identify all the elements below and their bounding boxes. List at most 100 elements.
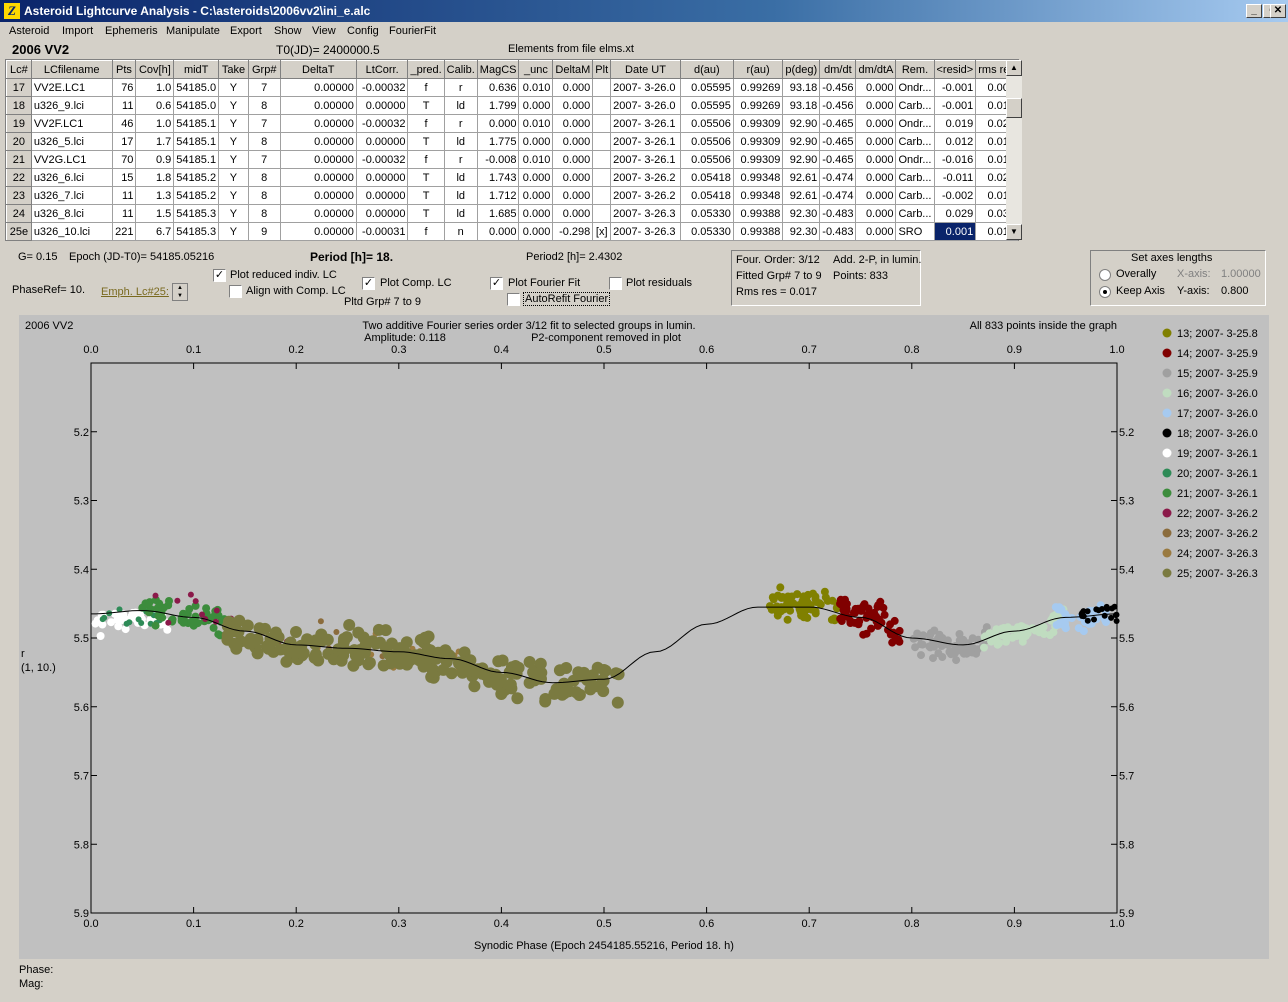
epoch-value[interactable]: Epoch (JD-T0)= 54185.05216	[69, 251, 214, 263]
table-cell[interactable]: 15	[112, 168, 137, 187]
emph-lc-label[interactable]: Emph. Lc#25:	[101, 286, 169, 298]
table-cell[interactable]: 0.636	[477, 78, 520, 97]
table-cell[interactable]: 0.05506	[680, 114, 734, 133]
table-cell[interactable]: 0.000	[855, 150, 897, 169]
x-axis-value[interactable]: 1.00000	[1221, 268, 1261, 280]
table-cell[interactable]: 20	[6, 132, 32, 151]
table-cell[interactable]: Carb...	[895, 186, 935, 205]
table-row[interactable]: 17 VV2E.LC1 76 1.0 54185.0 Y 7 0.00000 -0.00032 f…	[6, 78, 1018, 97]
table-cell[interactable]: 0.000	[518, 132, 554, 151]
table-cell[interactable]: 0.000	[855, 222, 897, 241]
spin-up-icon[interactable]: ▲	[173, 284, 187, 292]
table-cell[interactable]: 0.05330	[680, 204, 734, 223]
column-header[interactable]: LtCorr.	[355, 60, 409, 79]
table-cell[interactable]: 0.000	[552, 132, 594, 151]
table-cell[interactable]: 0.000	[518, 204, 554, 223]
table-row[interactable]: 22 u326_6.lci 15 1.8 54185.2 Y 8 0.00000 0.00000…	[6, 168, 1018, 187]
table-cell[interactable]: -0.001	[934, 96, 977, 115]
table-cell[interactable]: -0.465	[819, 132, 857, 151]
table-cell[interactable]: 2007- 3-26.1	[610, 114, 681, 133]
table-cell[interactable]: 0.99348	[733, 186, 784, 205]
column-header[interactable]: DeltaT	[279, 60, 357, 79]
table-cell[interactable]: 1.0	[135, 78, 175, 97]
period-value[interactable]: Period [h]= 18.	[310, 250, 393, 264]
table-cell[interactable]: Y	[218, 186, 249, 205]
table-cell[interactable]: 24	[6, 204, 32, 223]
column-header[interactable]: MagCS	[476, 60, 520, 79]
column-header[interactable]: _pred.	[407, 60, 445, 79]
table-cell[interactable]: Ondr...	[895, 78, 935, 97]
table-cell[interactable]: -0.00032	[356, 78, 409, 97]
table-cell[interactable]: 0.00000	[356, 132, 409, 151]
table-cell[interactable]: VV2F.LC1	[31, 114, 113, 133]
table-cell[interactable]: 92.90	[782, 114, 821, 133]
table-cell[interactable]: r	[444, 78, 478, 97]
grid-scrollbar[interactable]: ▲ ▼	[1006, 60, 1022, 240]
table-cell[interactable]	[592, 186, 612, 205]
table-cell[interactable]: 8	[248, 96, 281, 115]
table-cell[interactable]: -0.00032	[356, 114, 409, 133]
align-comp-checkbox[interactable]	[229, 285, 242, 298]
table-cell[interactable]: -0.011	[934, 168, 977, 187]
column-header[interactable]: dm/dtA	[855, 60, 897, 79]
table-cell[interactable]: 0.000	[855, 204, 897, 223]
table-cell[interactable]: 92.90	[782, 150, 821, 169]
column-header[interactable]: Calib.	[443, 60, 478, 79]
table-cell[interactable]: 54185.0	[173, 96, 220, 115]
table-cell[interactable]: 0.00000	[280, 222, 357, 241]
table-cell[interactable]: 0.6	[135, 96, 175, 115]
keep-axis-radio[interactable]	[1099, 286, 1111, 298]
table-cell[interactable]: Y	[218, 132, 249, 151]
table-cell[interactable]: 0.00000	[280, 96, 357, 115]
table-cell[interactable]: 2007- 3-26.0	[610, 78, 681, 97]
table-cell[interactable]: 76	[112, 78, 137, 97]
table-cell[interactable]: 93.18	[782, 96, 821, 115]
table-cell[interactable]: 1.743	[477, 168, 520, 187]
table-cell[interactable]: 11	[112, 96, 137, 115]
menu-config[interactable]: Config	[347, 25, 379, 37]
lightcurve-plot-panel[interactable]: 2006 VV2 Two additive Fourier series ord…	[19, 315, 1269, 959]
table-cell[interactable]: -0.474	[819, 186, 857, 205]
table-cell[interactable]: 2007- 3-26.3	[610, 204, 681, 223]
table-cell[interactable]: 1.7	[135, 132, 175, 151]
table-cell[interactable]: 1.8	[135, 168, 175, 187]
table-cell[interactable]: 0.00000	[356, 204, 409, 223]
table-cell[interactable]: 0.00000	[280, 114, 357, 133]
table-cell[interactable]: 0.99269	[733, 78, 784, 97]
table-row[interactable]: 25e u326_10.lci 221 6.7 54185.3 Y 9 0.00000 -0.0…	[6, 222, 1018, 241]
table-cell[interactable]: 0.05418	[680, 186, 734, 205]
table-cell[interactable]: ld	[444, 204, 478, 223]
table-cell[interactable]: 0.99388	[733, 222, 784, 241]
menu-view[interactable]: View	[312, 25, 336, 37]
table-cell[interactable]: -0.465	[819, 150, 857, 169]
table-cell[interactable]: 0.019	[934, 114, 977, 133]
table-cell[interactable]: 2007- 3-26.2	[610, 168, 681, 187]
table-cell[interactable]: -0.002	[934, 186, 977, 205]
table-cell[interactable]: -0.298	[552, 222, 594, 241]
table-cell[interactable]: 0.000	[855, 132, 897, 151]
table-cell[interactable]: ld	[444, 96, 478, 115]
table-cell[interactable]: 0.000	[518, 168, 554, 187]
table-cell[interactable]: -0.016	[934, 150, 977, 169]
table-cell[interactable]: u326_10.lci	[31, 222, 113, 241]
table-cell[interactable]: 7	[248, 78, 281, 97]
column-header[interactable]: Take	[218, 60, 249, 79]
table-cell[interactable]: -0.465	[819, 114, 857, 133]
table-cell[interactable]: Y	[218, 204, 249, 223]
menu-fourierfit[interactable]: FourierFit	[389, 25, 436, 37]
table-cell[interactable]: 0.05506	[680, 132, 734, 151]
table-cell[interactable]: 0.99309	[733, 150, 784, 169]
table-cell[interactable]: Y	[218, 222, 249, 241]
table-cell[interactable]: 54185.3	[173, 204, 220, 223]
table-cell[interactable]: 92.30	[782, 204, 821, 223]
table-cell[interactable]: 0.000	[855, 168, 897, 187]
table-row[interactable]: 24 u326_8.lci 11 1.5 54185.3 Y 8 0.00000 0.00000…	[6, 204, 1018, 223]
table-cell[interactable]: 0.000	[518, 186, 554, 205]
table-cell[interactable]: u326_6.lci	[31, 168, 113, 187]
table-cell[interactable]: 1.775	[477, 132, 520, 151]
table-cell[interactable]: 0.00000	[280, 186, 357, 205]
table-cell[interactable]: 46	[112, 114, 137, 133]
table-cell[interactable]: 0.05506	[680, 150, 734, 169]
table-cell[interactable]: 2007- 3-26.1	[610, 132, 681, 151]
table-cell[interactable]: Ondr...	[895, 114, 935, 133]
